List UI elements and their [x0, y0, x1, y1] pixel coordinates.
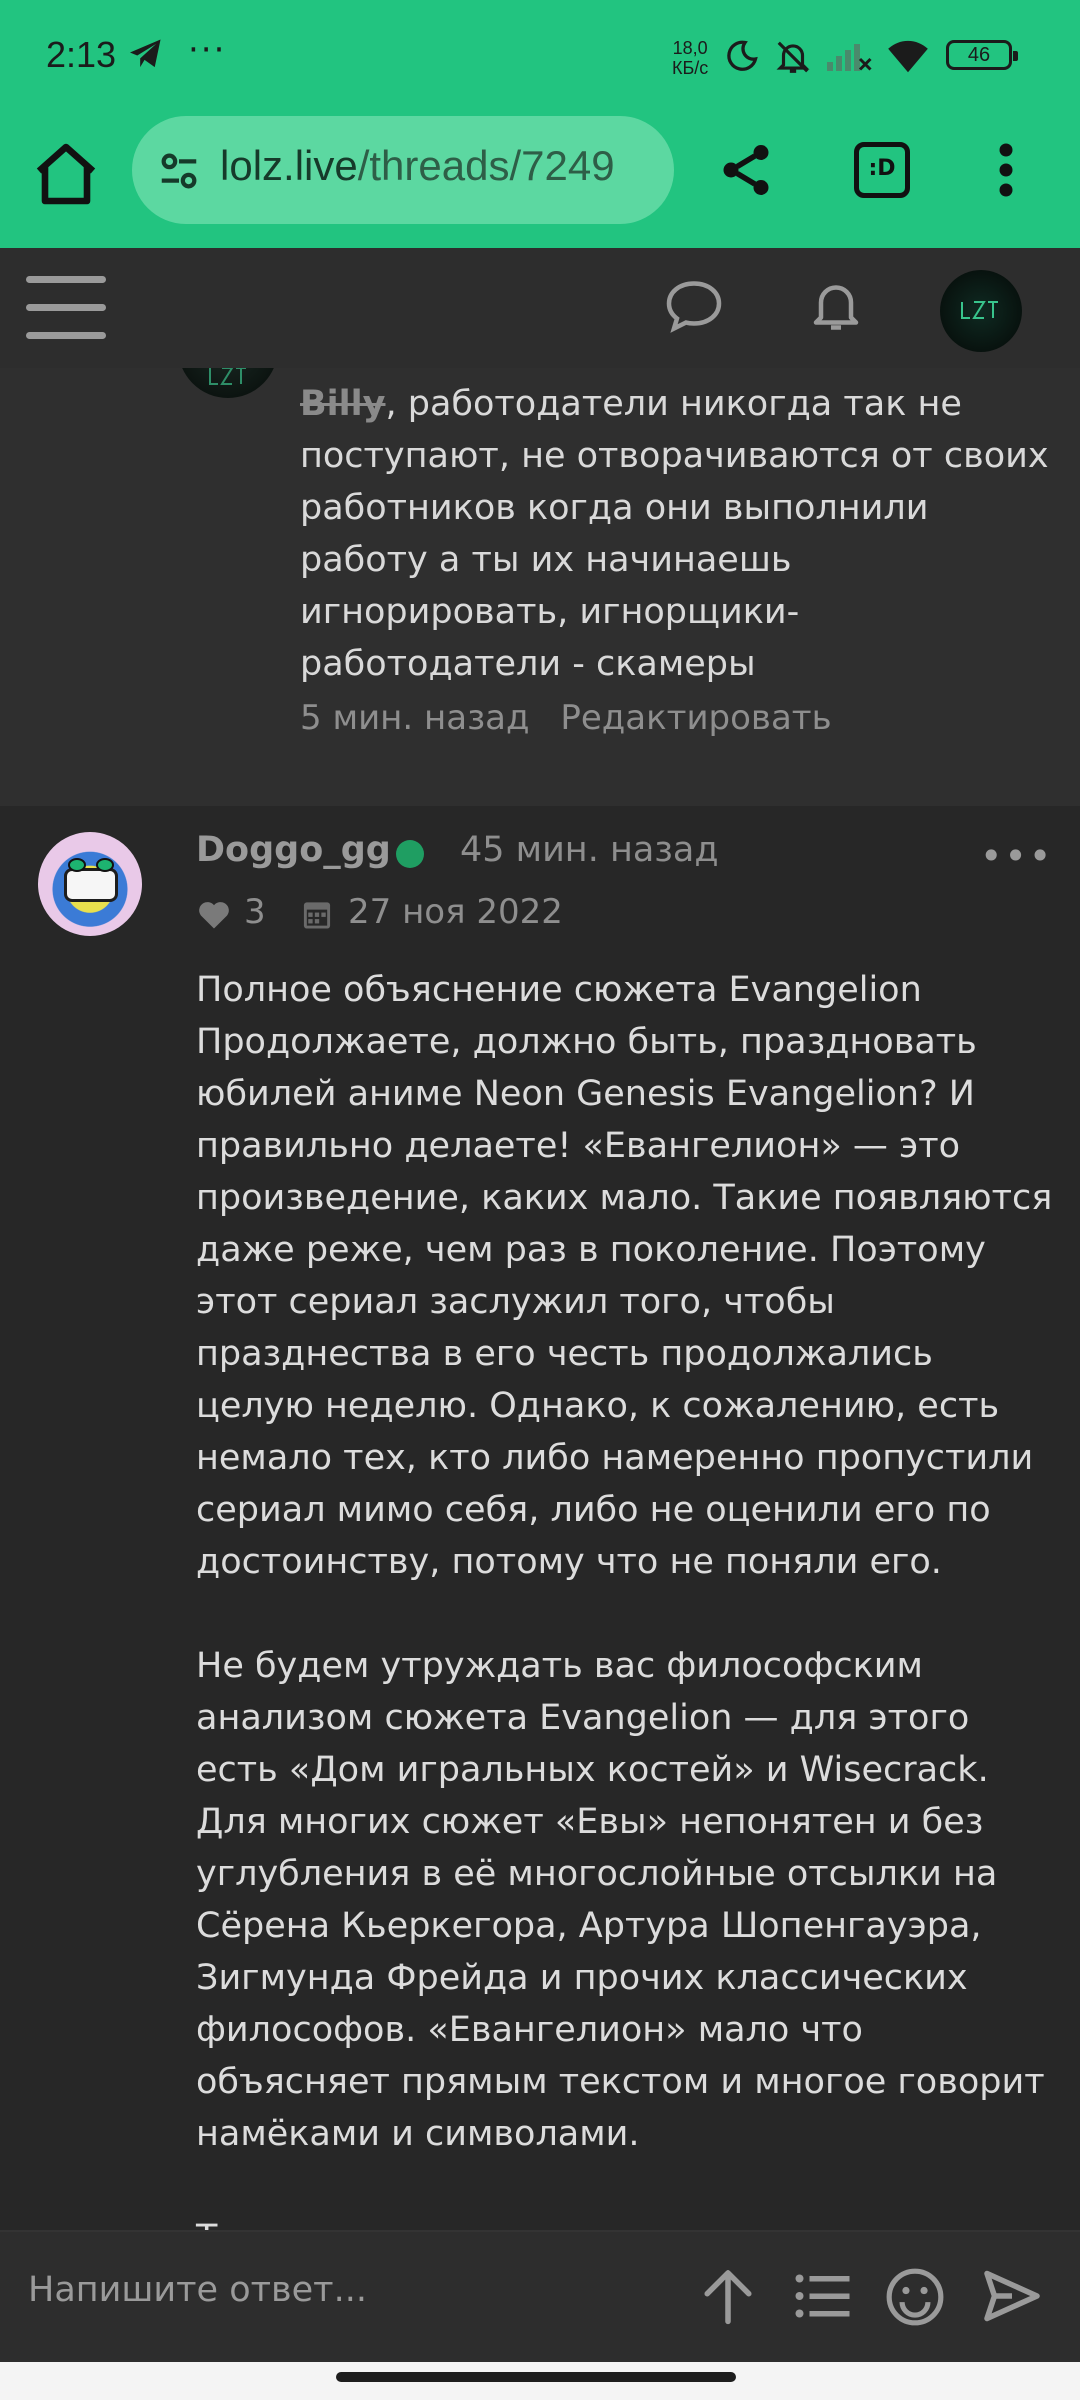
menu-icon[interactable]: [26, 274, 106, 340]
likes-count: 3: [244, 892, 266, 932]
home-gesture-handle[interactable]: [336, 2372, 736, 2382]
url-text[interactable]: lolz.live/threads/7249: [220, 142, 615, 190]
address-bar[interactable]: lolz.live/threads/7249: [132, 116, 674, 224]
edit-link[interactable]: Редактировать: [560, 698, 831, 738]
net-speed: 18,0 КБ/с: [672, 38, 708, 78]
chat-icon[interactable]: [664, 278, 724, 338]
home-button[interactable]: [30, 138, 102, 210]
post-time[interactable]: 45 мин. назад: [460, 830, 719, 870]
comment-avatar[interactable]: [178, 368, 278, 398]
reply-bar: [0, 2230, 1080, 2362]
heart-icon: [196, 898, 232, 934]
forum-header: [0, 248, 1080, 368]
calendar-icon: [302, 898, 332, 934]
post-paragraph: Полное объяснение сюжета Evangelion Прод…: [196, 970, 1053, 1582]
bell-off-icon: [774, 38, 812, 80]
avatar-eye: [68, 858, 86, 872]
scroll-up-icon[interactable]: [700, 2266, 756, 2330]
url-host: lolz.live: [220, 142, 358, 189]
thread-content: Billy, работодатели никогда так не посту…: [0, 368, 1080, 2230]
wifi-icon: [886, 38, 930, 78]
browser-menu-icon[interactable]: [996, 140, 1016, 204]
post-options-button[interactable]: •••: [980, 834, 1053, 878]
post-paragraph: Т: [196, 2212, 1058, 2230]
status-time: 2:13: [46, 34, 117, 75]
notifications-icon[interactable]: [806, 274, 866, 340]
telegram-icon: [128, 38, 164, 74]
online-status-dot: [396, 840, 424, 868]
avatar-logo-icon: [960, 298, 1000, 327]
browser-chrome: 2:13 ··· 18,0 КБ/с 46 lolz.live/threads/…: [0, 0, 1080, 248]
share-icon[interactable]: [716, 140, 776, 204]
send-icon[interactable]: [982, 2266, 1042, 2330]
dnd-moon-icon: [724, 38, 760, 78]
tabs-button[interactable]: :D: [854, 142, 910, 198]
join-date: 27 ноя 2022: [348, 892, 563, 932]
net-speed-unit: КБ/с: [672, 58, 709, 78]
post-body: Полное объяснение сюжета Evangelion Прод…: [196, 964, 1058, 2230]
site-settings-icon[interactable]: [156, 148, 202, 198]
reply-input[interactable]: [28, 2270, 668, 2310]
avatar-face: [64, 868, 118, 902]
comment-meta: 5 мин. назад Редактировать: [300, 698, 832, 738]
emoji-icon[interactable]: [884, 2266, 946, 2332]
comment-time[interactable]: 5 мин. назад: [300, 698, 530, 738]
status-more-icon: ···: [188, 30, 227, 70]
mention-link[interactable]: Billy: [300, 384, 385, 424]
avatar-eye: [96, 858, 114, 872]
signal-icon: [824, 38, 872, 78]
url-path: /threads/7249: [357, 142, 615, 189]
system-nav-bar: [0, 2362, 1080, 2400]
avatar-logo-icon: [204, 368, 252, 393]
user-avatar[interactable]: [940, 270, 1022, 352]
post-paragraph: Не будем утруждать вас философским анали…: [196, 1646, 1045, 2154]
comment-text: Billy, работодатели никогда так не посту…: [300, 378, 1050, 690]
post-author[interactable]: Doggo_gg: [196, 830, 391, 870]
comment-body: , работодатели никогда так не поступают,…: [300, 384, 1049, 684]
post-author-avatar[interactable]: [38, 832, 142, 936]
formatting-list-icon[interactable]: [792, 2266, 852, 2330]
battery-indicator: 46: [946, 40, 1018, 70]
comment: Billy, работодатели никогда так не посту…: [0, 368, 1080, 806]
net-speed-value: 18,0: [672, 38, 708, 58]
status-bar: 2:13 ··· 18,0 КБ/с 46: [0, 0, 1080, 112]
